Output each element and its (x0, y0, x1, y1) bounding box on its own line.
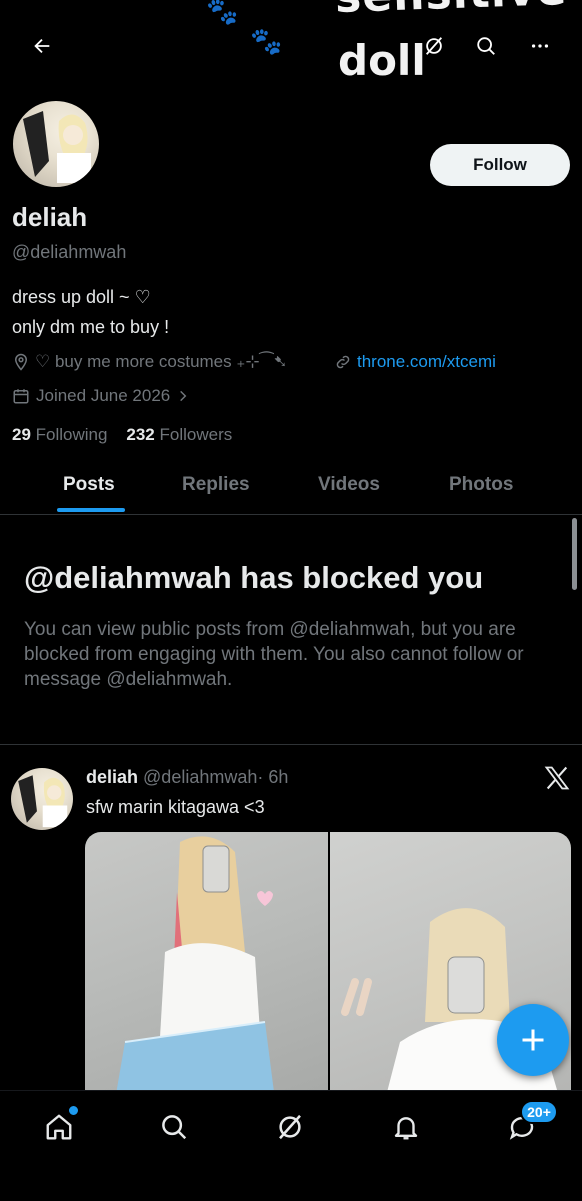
post-time: · 6h (257, 767, 289, 787)
following-count: 29 (12, 425, 31, 444)
avatar-image (23, 111, 91, 183)
post-image-1[interactable] (85, 832, 328, 1100)
post-avatar[interactable] (11, 768, 73, 830)
followers-count: 232 (126, 425, 155, 444)
tab-posts[interactable]: Posts (63, 474, 115, 496)
plus-icon (522, 1029, 544, 1051)
profile-website[interactable]: throne.com/xtcemi (334, 352, 496, 372)
nav-grok[interactable] (268, 1105, 312, 1149)
avatar-image (18, 775, 68, 828)
more-icon (531, 44, 549, 48)
followers-label: Followers (159, 425, 233, 444)
website-link[interactable]: throne.com/xtcemi (357, 352, 496, 372)
blocked-body: You can view public posts from @deliahmw… (24, 619, 524, 690)
divider (0, 744, 582, 745)
x-logo-icon (543, 764, 571, 792)
location-text: ♡ buy me more costumes ₊⊹⁀➷ (35, 352, 288, 371)
nav-notifications[interactable] (384, 1105, 428, 1149)
follow-button[interactable]: Follow (430, 144, 570, 186)
bio-line-1: dress up doll ~ ♡ (12, 287, 151, 307)
paw-print-icon: 🐾 (206, 0, 239, 26)
home-notification-dot (67, 1104, 80, 1117)
home-icon (46, 1114, 72, 1140)
following-link[interactable]: 29 Following (12, 425, 107, 444)
calendar-icon (13, 389, 29, 404)
messages-badge: 20+ (520, 1100, 558, 1124)
link-icon (336, 355, 350, 369)
joined-text: Joined June 2026 (36, 386, 171, 405)
tab-videos[interactable]: Videos (318, 474, 380, 496)
search-button[interactable] (466, 26, 506, 66)
more-button[interactable] (520, 26, 560, 66)
post-text: sfw marin kitagawa <3 (86, 797, 265, 817)
bio-line-2: only dm me to buy ! (12, 317, 170, 337)
profile-handle: @deliahmwah (12, 242, 127, 262)
follow-counts: 29 Following 232 Followers (12, 425, 232, 445)
post-header: deliah @deliahmwah· 6h (86, 767, 288, 788)
back-button[interactable] (22, 26, 62, 66)
bell-icon (394, 1117, 418, 1140)
active-tab-indicator (57, 508, 125, 512)
grok-icon (425, 37, 443, 55)
nav-search[interactable] (152, 1105, 196, 1149)
grok-button[interactable] (414, 26, 454, 66)
bottom-navigation (0, 1090, 582, 1201)
tab-replies[interactable]: Replies (182, 474, 250, 496)
tab-photos[interactable]: Photos (449, 474, 513, 496)
blocked-title: @deliahmwah has blocked you (24, 560, 484, 595)
followers-link[interactable]: 232 Followers (126, 425, 232, 444)
search-icon (477, 37, 495, 55)
grok-icon (279, 1114, 301, 1140)
paw-print-icon: 🐾 (250, 26, 283, 56)
following-label: Following (35, 425, 108, 444)
arrow-left-icon (34, 38, 50, 54)
photo-content (115, 836, 275, 1100)
profile-name: deliah (12, 202, 88, 232)
profile-location: ♡ buy me more costumes ₊⊹⁀➷ (12, 352, 288, 372)
post-author-handle[interactable]: @deliahmwah (143, 767, 257, 787)
compose-button[interactable] (497, 1004, 569, 1076)
post-author-name[interactable]: deliah (86, 767, 138, 787)
location-pin-icon (14, 353, 28, 371)
profile-joined[interactable]: Joined June 2026 (12, 386, 190, 406)
search-icon (162, 1115, 187, 1140)
post-media[interactable] (85, 832, 571, 1100)
scrollbar[interactable] (572, 518, 577, 590)
profile-avatar[interactable] (10, 98, 102, 190)
chevron-right-icon (180, 390, 187, 402)
banner-text-line2: doll (338, 36, 426, 85)
